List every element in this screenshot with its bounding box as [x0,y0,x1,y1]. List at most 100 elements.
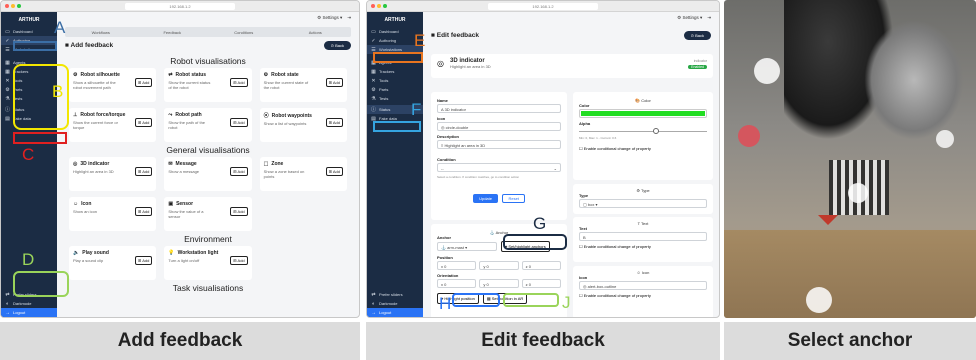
minimize-icon[interactable] [377,4,381,8]
sidebar-item-dashboard[interactable]: ▭ Dashboard [1,27,57,36]
card-title: Icon [81,201,92,207]
anchor-select[interactable]: ⚓ arm-mast ▾ [437,242,497,251]
minimize-icon[interactable] [11,4,15,8]
card-title: Message [175,161,197,167]
add-button[interactable]: ⊞ Add [134,167,153,176]
add-button[interactable]: ⊞ Add [134,78,153,87]
anchor-point-marker[interactable] [738,125,760,147]
close-icon[interactable] [5,4,9,8]
feedback-card: ▣ Sensor Show the value of a sensor ⊞ Add [164,197,252,231]
position-z[interactable]: z 0 [521,261,561,270]
add-button[interactable]: ⊞ Add [230,256,248,265]
slider-handle[interactable] [652,128,659,134]
grid-icon: ▦ [5,59,10,66]
orientation-z-value: 0 [528,282,532,287]
position-x[interactable]: x 0 [437,261,477,270]
type-heading-text: Type [640,188,650,193]
close-icon[interactable] [371,4,375,8]
description-field[interactable]: ≡ Highlight an area in 3D [437,140,561,149]
card-desc: Show the value of a sensor [168,209,204,219]
add-button[interactable]: ⊞ Add [230,78,248,87]
logout-header-icon[interactable]: ⇥ [707,15,711,21]
tab-actions[interactable]: Actions [280,30,352,35]
annotation-box-h [452,293,500,307]
logout-icon: → [5,309,10,316]
orientation-y[interactable]: y 0 [479,279,519,288]
icon-label: Icon [437,116,446,121]
annotation-box-j [503,293,559,307]
add-button[interactable]: ⊞ Add [325,167,343,176]
back-button[interactable]: ⊙ Back [323,40,351,50]
text-field[interactable]: B [579,232,707,241]
anchor-point-marker[interactable] [848,183,868,203]
condition-select[interactable]: -- ⌄ [437,163,561,172]
alpha-label: Alpha [579,121,591,126]
logout-button[interactable]: → Logout [1,308,57,317]
sidebar-item-parts[interactable]: ⚙ Parts [367,85,423,94]
add-button[interactable]: ⊞ Add [230,207,248,216]
card-desc: Show the current state of the robot [263,80,309,90]
grid-icon: ▦ [5,68,10,75]
add-button[interactable]: ⊞ Add [134,118,153,127]
sidebar-item-tools[interactable]: ✕ Tools [367,76,423,85]
icon-value: circle-double [445,125,469,130]
feedback-card: ⊥ Robot force/torque Show the current forc… [69,108,157,142]
alpha-slider[interactable] [579,128,707,134]
feedback-card: ⬚ Zone Show a zone based on points ⊞ Add [259,157,347,191]
sidebar-item-darkmode[interactable]: ◐ Darkmode [1,299,57,308]
add-button[interactable]: ⊞ Add [134,256,153,265]
card-desc: Show a message [168,169,200,174]
orientation-z[interactable]: z 0 [521,279,561,288]
type-select[interactable]: ▢ box ▾ [579,199,707,208]
add-button[interactable]: ⊞ Add [134,207,153,216]
flask-icon: ⚗ [5,95,10,102]
back-button[interactable]: ⊙ Back [683,30,711,40]
add-button[interactable]: ⊞ Add [325,78,343,87]
position-y[interactable]: y 0 [479,261,519,270]
conditional-change-checkbox[interactable]: ☐ Enable conditional change of property [579,244,707,249]
caption-edit: Edit feedback [366,322,720,360]
tab-feedback[interactable]: Feedback [137,30,209,35]
conditional-change-checkbox[interactable]: ☐ Enable conditional change of property [579,293,707,298]
add-button[interactable]: ⊞ Add [230,167,248,176]
color-swatch[interactable] [579,109,707,118]
url-bar[interactable]: 192.168.1.2 [488,2,598,10]
toggle-icon: ⇄ [5,291,10,298]
settings-menu[interactable]: ⚙ Settings ▾ [677,15,702,21]
tab-workflows[interactable]: Workflows [65,30,137,35]
sidebar-item-darkmode[interactable]: ◐ Darkmode [367,299,423,308]
tab-conditions[interactable]: Conditions [208,30,280,35]
anchor-point-marker[interactable] [806,287,832,313]
anchor-point-marker[interactable] [936,130,954,148]
icon-field[interactable]: ◎ circle-double [437,122,561,131]
settings-menu[interactable]: ⚙ Settings ▾ [317,15,342,21]
logout-button[interactable]: → Logout [367,308,423,317]
caption-add: Add feedback [0,322,360,360]
orientation-x[interactable]: x 0 [437,279,477,288]
add-button[interactable]: ⊞ Add [325,118,343,127]
card-desc: Show the current force or torque [73,120,118,130]
name-field[interactable]: A 3D indicator [437,104,561,113]
add-label: Add [237,120,245,125]
reset-button[interactable]: Reset [502,194,525,203]
add-button[interactable]: ⊞ Add [230,118,248,127]
annotation-label-c: C [22,145,35,164]
sidebar-item-prefer-sliders[interactable]: ⇄ Prefer sliders [367,290,423,299]
maximize-icon[interactable] [17,4,21,8]
card-title: Robot status [175,72,207,78]
update-button[interactable]: Update [473,194,498,203]
feedback-summary-card: ◎ 3D indicator Highlight an area in 3D i… [431,54,713,78]
annotation-label-h: H [439,294,452,313]
annotation-label-d: D [22,250,35,269]
maximize-icon[interactable] [383,4,387,8]
logout-header-icon[interactable]: ⇥ [347,15,351,21]
annotation-label-b: B [52,82,64,101]
anchor-point-marker[interactable] [754,58,780,84]
text-value: B [583,235,586,240]
sidebar-item-trackers[interactable]: ▦ Trackers [367,67,423,76]
conditional-change-checkbox[interactable]: ☐ Enable conditional change of property [579,146,707,151]
ar-camera-view[interactable] [724,0,976,318]
url-bar[interactable]: 192.168.1.2 [125,2,235,10]
back-label: Back [695,32,704,38]
icon2-field[interactable]: ◎ alert-box-outline [579,281,707,290]
